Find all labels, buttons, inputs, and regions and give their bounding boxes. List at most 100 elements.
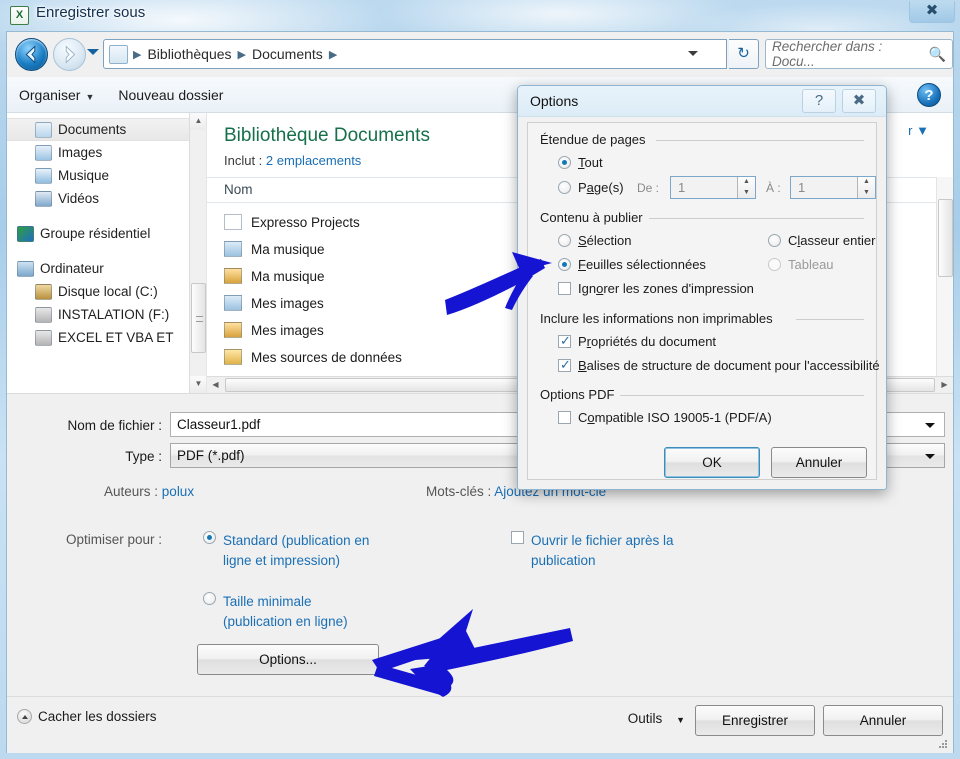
- scroll-down-icon[interactable]: ▼: [190, 376, 206, 393]
- content-selection-row[interactable]: Sélection: [558, 233, 631, 248]
- chevron-down-icon[interactable]: [925, 423, 935, 428]
- stepper-up-icon[interactable]: ▲: [738, 177, 755, 188]
- list-item[interactable]: Ma musique: [224, 263, 325, 289]
- sidebar-item-vid-os[interactable]: Vidéos: [7, 187, 206, 210]
- content-selection-label: Sélection: [578, 233, 632, 248]
- list-item[interactable]: Mes images: [224, 290, 324, 316]
- help-icon[interactable]: ?: [917, 83, 941, 107]
- column-header-name[interactable]: Nom: [224, 182, 253, 197]
- back-button[interactable]: [15, 38, 48, 71]
- feuilles-selectionnees-radio[interactable]: [558, 258, 571, 271]
- recent-pages-dropdown-icon[interactable]: [87, 49, 99, 55]
- sidebar-item-musique[interactable]: Musique: [7, 164, 206, 187]
- options-dialog-title-bar: Options ? ✖: [518, 86, 886, 117]
- doc-properties-checkbox[interactable]: [558, 333, 571, 349]
- scroll-left-icon[interactable]: ◀: [207, 377, 224, 393]
- close-icon[interactable]: ✖: [842, 89, 876, 113]
- sidebar-item-excel-et-vba-et[interactable]: EXCEL ET VBA ET: [7, 326, 206, 349]
- sidebar-item-ordinateur[interactable]: Ordinateur: [7, 257, 206, 280]
- forward-button[interactable]: [53, 38, 86, 71]
- sidebar-item-label: Disque local (C:): [58, 284, 158, 299]
- locations-link[interactable]: 2 emplacements: [266, 153, 361, 168]
- scroll-up-icon[interactable]: ▲: [190, 113, 206, 130]
- scrollbar-thumb[interactable]: [191, 283, 206, 353]
- address-bar[interactable]: ▶ Bibliothèques ▶ Documents ▶: [103, 39, 727, 69]
- navigation-pane: Documents Images Musique Vidéos Groupe résid…: [7, 113, 207, 393]
- optimize-minimal-radio-row[interactable]: Taille minimale (publication en ligne): [203, 592, 403, 632]
- sidebar-item-images[interactable]: Images: [7, 141, 206, 164]
- optimize-minimal-radio[interactable]: [203, 592, 216, 605]
- structure-tags-checkbox[interactable]: [558, 357, 571, 373]
- drive-icon: [35, 329, 52, 346]
- content-table-label: Tableau: [788, 257, 834, 272]
- ignore-print-areas-checkbox[interactable]: [558, 282, 571, 295]
- content-sheets-row[interactable]: Feuilles sélectionnées: [558, 257, 706, 272]
- iso-compatible-checkbox[interactable]: [558, 411, 571, 424]
- hide-folders-toggle[interactable]: Cacher les dossiers: [17, 709, 157, 724]
- list-item[interactable]: Mes sources de données: [224, 344, 402, 370]
- page-range-pages-radio[interactable]: [558, 181, 571, 194]
- optimize-standard-radio-row[interactable]: Standard (publication en ligne et impres…: [203, 531, 403, 571]
- tools-menu[interactable]: Outils ▼: [628, 711, 685, 726]
- file-pane-scrollbar[interactable]: [936, 177, 953, 376]
- stepper-down-icon[interactable]: ▼: [858, 188, 875, 199]
- close-icon[interactable]: ✖: [909, 1, 955, 23]
- list-item[interactable]: Expresso Projects: [224, 209, 360, 235]
- page-range-all-radio[interactable]: [558, 156, 571, 169]
- sidebar-item-groupe-r-sidentiel[interactable]: Groupe résidentiel: [7, 222, 206, 245]
- sidebar-item-disque-local-c[interactable]: Disque local (C:): [7, 280, 206, 303]
- stepper-buttons[interactable]: ▲ ▼: [857, 177, 875, 198]
- stepper-up-icon[interactable]: ▲: [858, 177, 875, 188]
- list-item[interactable]: Mes images: [224, 317, 324, 343]
- page-from-label: De :: [637, 181, 660, 195]
- stepper-down-icon[interactable]: ▼: [738, 188, 755, 199]
- iso-compatible-row[interactable]: Compatible ISO 19005-1 (PDF/A): [558, 410, 772, 425]
- content-workbook-radio[interactable]: [768, 234, 781, 247]
- datasource-folder-icon: [224, 349, 242, 365]
- shortcut-folder-icon: [224, 241, 242, 257]
- refresh-button[interactable]: ↻: [729, 39, 759, 69]
- breadcrumb-libraries[interactable]: Bibliothèques: [144, 46, 234, 62]
- options-cancel-button[interactable]: Annuler: [771, 447, 867, 478]
- open-after-publish-checkbox[interactable]: [511, 531, 524, 544]
- page-range-pages-label: Page(s): [578, 180, 624, 195]
- page-range-pages-row[interactable]: Page(s): [558, 180, 624, 195]
- chevron-down-icon[interactable]: [688, 51, 698, 56]
- sidebar-scrollbar[interactable]: ▲ ▼: [189, 113, 206, 393]
- includes-label: Inclut :: [224, 153, 263, 168]
- page-from-stepper[interactable]: 1 ▲ ▼: [670, 176, 756, 199]
- scroll-right-icon[interactable]: ▶: [936, 377, 953, 393]
- stepper-buttons[interactable]: ▲ ▼: [737, 177, 755, 198]
- doc-properties-row[interactable]: Propriétés du document: [558, 333, 716, 349]
- sidebar-item-label: Images: [58, 145, 103, 160]
- sidebar-item-instalation-f[interactable]: INSTALATION (F:): [7, 303, 206, 326]
- page-range-all-row[interactable]: Tout: [558, 155, 603, 170]
- tools-label: Outils: [627, 711, 663, 726]
- authors-field: Auteurs : polux: [104, 484, 194, 499]
- scrollbar-thumb[interactable]: [938, 199, 953, 277]
- cancel-button[interactable]: Annuler: [823, 705, 943, 736]
- options-button[interactable]: Options...: [197, 644, 379, 675]
- list-item[interactable]: Ma musique: [224, 236, 325, 262]
- options-ok-button[interactable]: OK: [664, 447, 760, 478]
- nonprintable-group-line: [796, 319, 864, 320]
- optimize-standard-radio[interactable]: [203, 531, 216, 544]
- authors-value[interactable]: polux: [162, 484, 194, 499]
- content-selection-radio[interactable]: [558, 234, 571, 247]
- organize-menu[interactable]: Organiser ▼: [7, 87, 106, 103]
- save-button[interactable]: Enregistrer: [695, 705, 815, 736]
- new-folder-button[interactable]: Nouveau dossier: [106, 87, 235, 103]
- content-workbook-row[interactable]: Classeur entier: [768, 233, 875, 248]
- navigation-bar: ▶ Bibliothèques ▶ Documents ▶ ↻ Recherch…: [7, 32, 953, 77]
- ignore-print-areas-row[interactable]: Ignorer les zones d'impression: [558, 281, 754, 296]
- search-input[interactable]: Rechercher dans : Docu... 🔍: [765, 39, 953, 69]
- structure-tags-row[interactable]: Balises de structure de document pour l'…: [558, 357, 880, 373]
- page-to-stepper[interactable]: 1 ▲ ▼: [790, 176, 876, 199]
- view-dropdown[interactable]: r ▼: [908, 123, 929, 138]
- open-after-publish-row[interactable]: Ouvrir le fichier après la publication: [511, 531, 691, 571]
- chevron-down-icon[interactable]: [925, 454, 935, 459]
- breadcrumb-documents[interactable]: Documents: [249, 46, 326, 62]
- resize-grip-icon[interactable]: [937, 738, 949, 750]
- help-icon[interactable]: ?: [802, 89, 836, 113]
- sidebar-item-documents[interactable]: Documents: [7, 118, 206, 141]
